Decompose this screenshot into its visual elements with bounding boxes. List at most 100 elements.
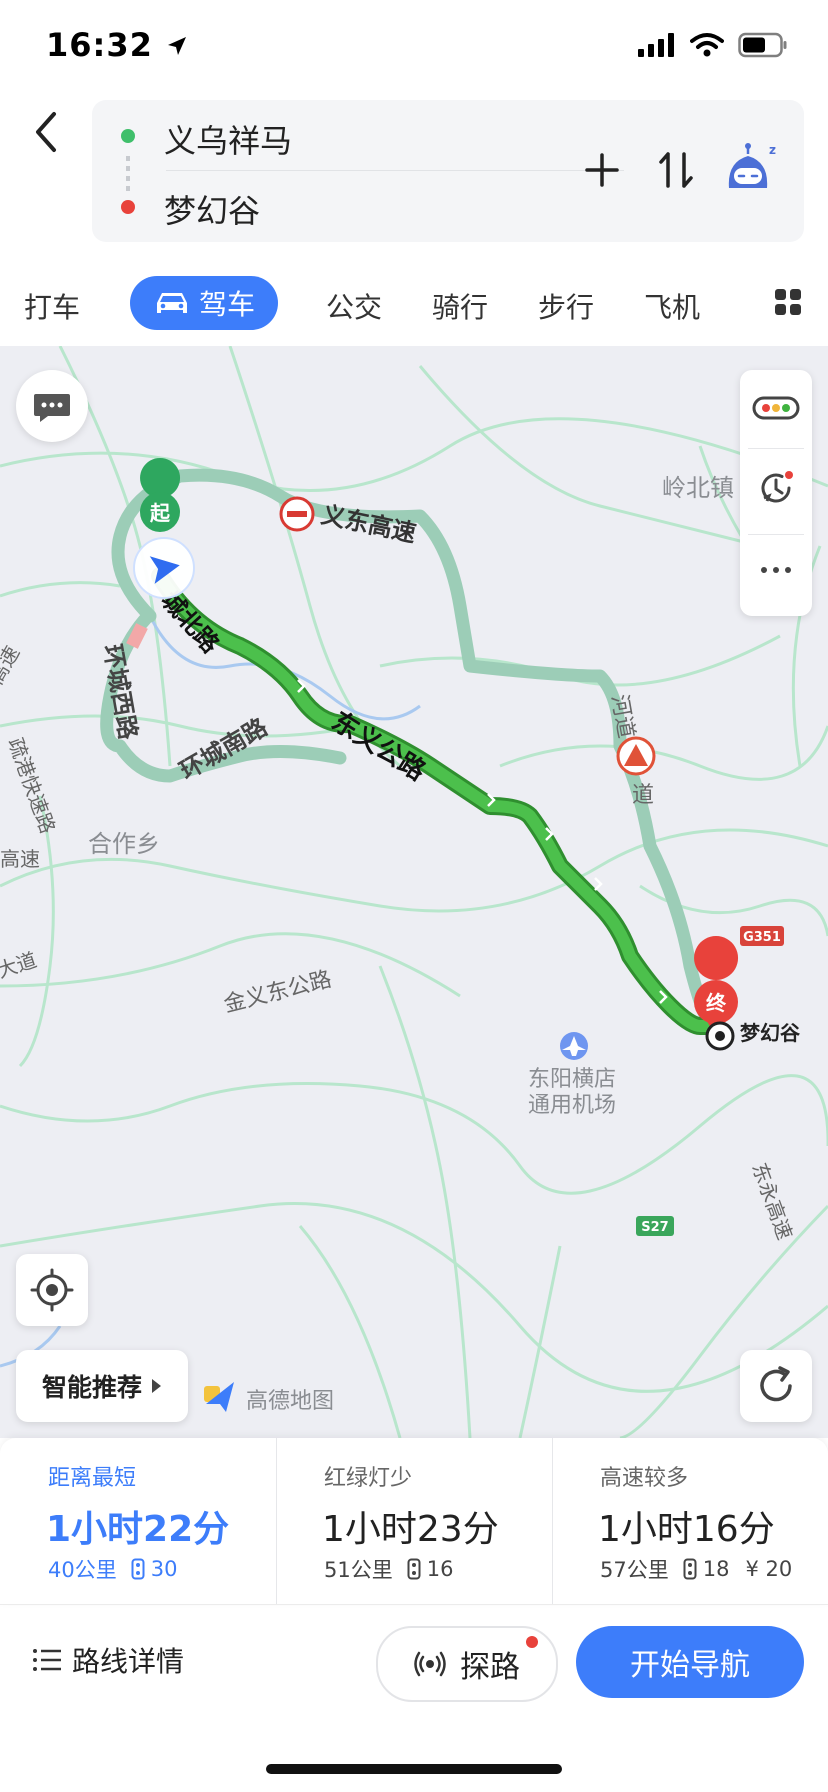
option-distance: 40公里 [48, 1558, 117, 1582]
status-time: 16:32 [46, 26, 189, 64]
location-arrow-icon [168, 37, 186, 55]
svg-text:G351: G351 [743, 930, 781, 945]
refresh-button[interactable] [740, 1350, 812, 1422]
route-divider [166, 170, 624, 171]
explore-route-button[interactable]: 探路 [376, 1626, 558, 1702]
option-lights: 18 [702, 1557, 730, 1581]
traffic-light-small-icon [131, 1558, 145, 1580]
destination-dot [121, 200, 135, 214]
option-duration: 1小时16分 [598, 1509, 775, 1550]
swap-icon[interactable] [658, 150, 694, 190]
traffic-light-small-icon [407, 1558, 421, 1580]
option-duration: 1小时23分 [322, 1509, 499, 1550]
origin-input[interactable]: 义乌祥马 [164, 116, 292, 162]
bottom-divider [0, 1604, 828, 1605]
svg-text:起: 起 [149, 501, 171, 525]
option-meta: 40公里 30 [48, 1554, 177, 1584]
label-hezuo: 合作乡 [88, 830, 160, 858]
map-tools-panel [740, 370, 812, 616]
route-option-more-highways[interactable]: 高速较多 1小时16分 57公里 18 ¥ 20 [552, 1438, 828, 1604]
construction-icon [616, 736, 656, 776]
chat-bubble-icon [34, 394, 70, 422]
option-label: 高速较多 [600, 1466, 689, 1491]
option-lights: 16 [426, 1557, 454, 1581]
option-lights: 30 [150, 1557, 178, 1581]
broadcast-icon [414, 1651, 446, 1677]
home-indicator[interactable] [266, 1764, 562, 1774]
route-card: 义乌祥马 梦幻谷 z [92, 100, 804, 242]
traffic-light-icon[interactable] [752, 392, 800, 424]
option-label: 距离最短 [48, 1466, 137, 1491]
label-jinyi-east: 金义东公路 [221, 967, 334, 1018]
assistant-robot-icon[interactable]: z [724, 140, 784, 196]
g351-shield: G351 [740, 926, 784, 946]
car-icon [156, 293, 187, 313]
amap-logo: 高德地图 [204, 1382, 334, 1414]
tab-bike[interactable]: 骑行 [432, 286, 488, 326]
destination-input[interactable]: 梦幻谷 [164, 186, 260, 232]
svg-text:z: z [769, 143, 776, 157]
route-selected[interactable] [154, 570, 718, 1032]
tab-walk[interactable]: 步行 [538, 286, 594, 326]
option-meta: 57公里 18 ¥ 20 [600, 1554, 792, 1584]
route-details-label: 路线详情 [72, 1645, 185, 1678]
map-canvas[interactable]: G351 S27 义东高速 岭北镇 城北路 环城西路 环城南路 东义公路 疏港快… [0, 346, 828, 1438]
list-icon [33, 1649, 61, 1671]
option-label: 红绿灯少 [324, 1466, 413, 1491]
label-dadao: 大道 [0, 948, 40, 983]
airport-icon [560, 1032, 588, 1060]
back-icon[interactable] [26, 104, 66, 160]
option-toll: ¥ 20 [745, 1557, 793, 1581]
start-navigation-label: 开始导航 [630, 1648, 750, 1683]
label-dao: 道 [632, 783, 654, 808]
battery-icon [738, 32, 787, 58]
route-options: 距离最短 1小时22分 40公里 30 红绿灯少 1小时23分 51公里 16 … [0, 1438, 828, 1604]
smart-recommend-label: 智能推荐 [41, 1373, 142, 1402]
locate-button[interactable] [16, 1254, 88, 1326]
option-distance: 51公里 [324, 1558, 393, 1582]
svg-text:S27: S27 [641, 1220, 668, 1235]
label-airport-2: 通用机场 [528, 1093, 616, 1118]
transport-mode-tabs: 打车 驾车 公交 骑行 步行 飞机 [0, 272, 828, 336]
traffic-light-small-icon [683, 1558, 697, 1580]
tab-taxi[interactable]: 打车 [24, 286, 80, 326]
tab-drive-label: 驾车 [198, 288, 255, 321]
start-navigation-button[interactable]: 开始导航 [576, 1626, 804, 1698]
tab-plane[interactable]: 飞机 [644, 286, 700, 326]
label-gaosu-left-top: 高速 [0, 642, 24, 689]
label-lingbei: 岭北镇 [662, 474, 734, 502]
label-hedao: 河道 [606, 693, 638, 741]
more-options-icon[interactable] [756, 558, 796, 582]
label-destination: 梦幻谷 [740, 1021, 801, 1045]
wifi-icon [690, 33, 724, 57]
add-waypoint-icon[interactable] [584, 152, 620, 188]
label-airport-1: 东阳横店 [528, 1067, 616, 1092]
route-history-icon[interactable] [756, 468, 796, 508]
tab-bus[interactable]: 公交 [326, 286, 382, 326]
label-gaosu-left: 高速 [0, 847, 40, 871]
explore-route-label: 探路 [460, 1650, 520, 1685]
route-option-shortest[interactable]: 距离最短 1小时22分 40公里 30 [0, 1438, 276, 1604]
more-modes-grid-icon[interactable] [774, 288, 802, 316]
refresh-icon [760, 1366, 792, 1402]
current-location-marker [133, 537, 195, 599]
svg-text:终: 终 [706, 991, 727, 1015]
no-entry-icon [279, 496, 315, 532]
tab-drive[interactable]: 驾车 [130, 276, 278, 330]
option-distance: 57公里 [600, 1558, 669, 1582]
origin-dot [121, 129, 135, 143]
s27-shield: S27 [636, 1216, 674, 1236]
feedback-button[interactable] [16, 370, 88, 442]
status-icons [638, 32, 788, 58]
route-details-button[interactable]: 路线详情 [32, 1640, 184, 1680]
route-option-fewer-lights[interactable]: 红绿灯少 1小时23分 51公里 16 [276, 1438, 552, 1604]
congestion-segment [126, 623, 148, 649]
signal-icon [638, 33, 674, 57]
option-meta: 51公里 16 [324, 1554, 453, 1584]
svg-text:高德地图: 高德地图 [246, 1389, 334, 1414]
smart-recommend-button[interactable]: 智能推荐 [16, 1350, 188, 1422]
option-duration: 1小时22分 [46, 1509, 230, 1550]
notification-dot [526, 1636, 538, 1648]
map-view[interactable]: G351 S27 义东高速 岭北镇 城北路 环城西路 环城南路 东义公路 疏港快… [0, 346, 828, 1438]
label-yidong: 义东高速 [319, 500, 419, 547]
